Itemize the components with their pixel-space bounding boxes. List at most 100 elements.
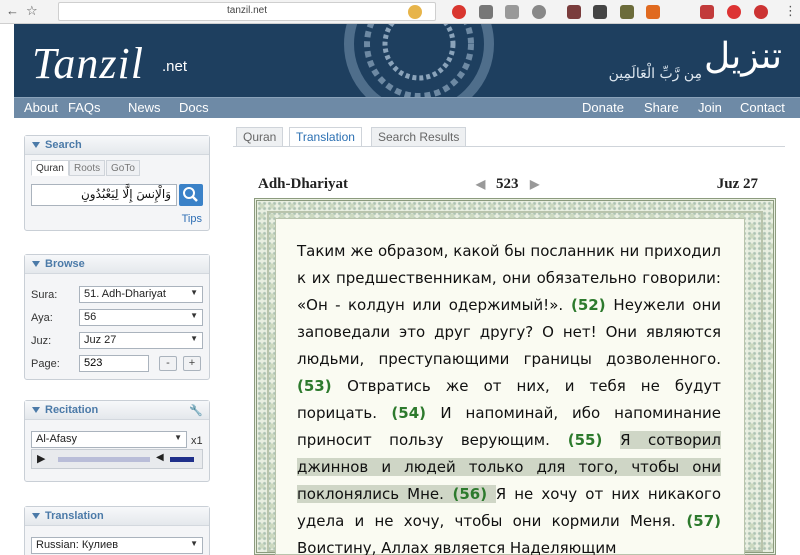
camera-icon[interactable] bbox=[479, 5, 493, 19]
sura-value: 51. Adh-Dhariyat bbox=[84, 288, 166, 300]
menu-faqs[interactable]: FAQs bbox=[68, 100, 101, 115]
address-bar[interactable]: tanzil.net bbox=[58, 2, 436, 21]
site-header: Tanzil .net تنزيل مِن رَّبِّ الْعَالَمِي… bbox=[14, 24, 800, 97]
translation-value: Russian: Кулиев bbox=[36, 539, 119, 551]
tab-translation[interactable]: Translation bbox=[289, 127, 362, 147]
translation-select[interactable]: Russian: Кулиев ▼ bbox=[31, 537, 203, 554]
chevron-down-icon: ▼ bbox=[190, 288, 198, 297]
grid-icon[interactable] bbox=[700, 5, 714, 19]
wrench-icon[interactable]: 🔧 bbox=[189, 404, 203, 417]
verse-text: Воистину, Аллах является Наделяющим bbox=[297, 539, 617, 555]
juz-label: Juz: bbox=[31, 335, 52, 347]
battery-icon[interactable] bbox=[620, 5, 634, 19]
tab-quran[interactable]: Quran bbox=[236, 127, 284, 146]
ornament-icon bbox=[344, 24, 494, 97]
menu-join[interactable]: Join bbox=[698, 100, 722, 115]
menu-contact[interactable]: Contact bbox=[740, 100, 785, 115]
menu-donate[interactable]: Donate bbox=[582, 100, 624, 115]
play-icon[interactable]: ▶ bbox=[37, 452, 45, 465]
surah-name: Adh-Dhariyat bbox=[258, 176, 349, 192]
menu-news[interactable]: News bbox=[128, 100, 161, 115]
translation-panel-header[interactable]: Translation bbox=[25, 507, 209, 526]
juz-value: Juz 27 bbox=[84, 334, 117, 346]
volume-icon: ◀ bbox=[156, 452, 164, 463]
site-logo[interactable]: Tanzil bbox=[32, 38, 144, 89]
adblock-icon[interactable] bbox=[452, 5, 466, 19]
recitation-panel-header[interactable]: Recitation 🔧 bbox=[25, 401, 209, 420]
recitation-panel-title: Recitation bbox=[45, 404, 99, 416]
translation-panel: Translation Russian: Кулиев ▼ bbox=[24, 506, 210, 555]
verse-number: (55) bbox=[549, 431, 621, 449]
aya-label: Aya: bbox=[31, 312, 53, 324]
reciter-select[interactable]: Al-Afasy ▼ bbox=[31, 431, 187, 448]
surah-bar: Adh-Dhariyat ◀ 523 ▶ Juz 27 bbox=[258, 176, 760, 192]
audio-player: ▶ ◀ bbox=[31, 449, 203, 469]
tips-link[interactable]: Tips bbox=[182, 213, 202, 225]
sura-select[interactable]: 51. Adh-Dhariyat ▼ bbox=[79, 286, 203, 303]
juz-indicator: Juz 27 bbox=[716, 176, 758, 192]
search-input[interactable]: وَالْإِنسَ إِلَّا لِيَعْبُدُونِ bbox=[31, 184, 177, 206]
search-panel-header[interactable]: Search bbox=[25, 136, 209, 155]
arabic-tagline: مِن رَّبِّ الْعَالَمِين bbox=[608, 66, 702, 82]
window-edge bbox=[0, 24, 14, 555]
menu-share[interactable]: Share bbox=[644, 100, 679, 115]
verse-number: (57) bbox=[675, 512, 722, 530]
arabic-logo: تنزيل bbox=[703, 36, 782, 77]
chevron-down-icon: ▼ bbox=[190, 334, 198, 343]
page-next-button[interactable]: + bbox=[183, 356, 201, 371]
verse-number: (52) bbox=[563, 296, 614, 314]
progress-bar[interactable] bbox=[58, 457, 150, 462]
browse-panel-header[interactable]: Browse bbox=[25, 255, 209, 274]
search-icon bbox=[183, 187, 198, 202]
collapse-icon bbox=[32, 513, 40, 519]
vpn-icon[interactable] bbox=[754, 5, 768, 19]
pinterest-icon[interactable] bbox=[727, 5, 741, 19]
page-prev-button[interactable]: - bbox=[159, 356, 177, 371]
fox-icon[interactable] bbox=[646, 5, 660, 19]
main-menu: About FAQs News Docs Donate Share Join C… bbox=[14, 97, 800, 118]
collapse-icon bbox=[32, 142, 40, 148]
next-page-icon[interactable]: ▶ bbox=[530, 177, 539, 192]
collapse-icon bbox=[32, 407, 40, 413]
search-tab-quran[interactable]: Quran bbox=[31, 160, 69, 176]
juz-select[interactable]: Juz 27 ▼ bbox=[79, 332, 203, 349]
page-label: Page: bbox=[31, 358, 60, 370]
recitation-panel: Recitation 🔧 Al-Afasy ▼ x1 ▶ ◀ bbox=[24, 400, 210, 482]
bookmark-icon[interactable] bbox=[567, 5, 581, 19]
menu-icon[interactable]: ⋮ bbox=[784, 3, 797, 19]
tab-search-results[interactable]: Search Results bbox=[371, 127, 467, 146]
repeat-count: x1 bbox=[191, 435, 203, 447]
tab-divider bbox=[233, 146, 785, 147]
sura-label: Sura: bbox=[31, 289, 58, 301]
prev-page-icon[interactable]: ◀ bbox=[476, 177, 485, 192]
search-tab-goto[interactable]: GoTo bbox=[106, 160, 140, 176]
verse-number: (56) bbox=[443, 485, 496, 503]
star-icon[interactable]: ☆ bbox=[26, 3, 38, 19]
extension-icon[interactable] bbox=[408, 5, 422, 19]
search-tab-roots[interactable]: Roots bbox=[69, 160, 106, 176]
wrench-icon[interactable] bbox=[505, 5, 519, 19]
page-number: 523 bbox=[496, 176, 519, 192]
menu-about[interactable]: About bbox=[24, 100, 58, 115]
verse-number: (54) bbox=[377, 404, 441, 422]
collapse-icon bbox=[32, 261, 40, 267]
browser-toolbar: ← ☆ tanzil.net ⋮ bbox=[0, 0, 800, 24]
search-panel-title: Search bbox=[45, 139, 82, 151]
moon-icon[interactable] bbox=[532, 5, 546, 19]
verse-number: (53) bbox=[297, 377, 348, 395]
translation-text: Таким же образом, какой бы посланник ни … bbox=[297, 238, 721, 555]
volume-slider[interactable] bbox=[170, 457, 194, 462]
page-input[interactable]: 523 bbox=[79, 355, 149, 372]
menu-docs[interactable]: Docs bbox=[179, 100, 209, 115]
reciter-value: Al-Afasy bbox=[36, 433, 77, 445]
search-button[interactable] bbox=[179, 184, 203, 206]
back-icon[interactable]: ← bbox=[6, 3, 19, 18]
chevron-down-icon: ▼ bbox=[190, 311, 198, 320]
browse-panel: Browse Sura: 51. Adh-Dhariyat ▼ Aya: 56 ▼ … bbox=[24, 254, 210, 380]
aya-select[interactable]: 56 ▼ bbox=[79, 309, 203, 326]
translation-panel-title: Translation bbox=[45, 510, 104, 522]
browse-panel-title: Browse bbox=[45, 258, 85, 270]
tag-icon[interactable] bbox=[593, 5, 607, 19]
chevron-down-icon: ▼ bbox=[174, 433, 182, 442]
search-panel: Search Quran Roots GoTo وَالْإِنسَ إِلَّ… bbox=[24, 135, 210, 231]
